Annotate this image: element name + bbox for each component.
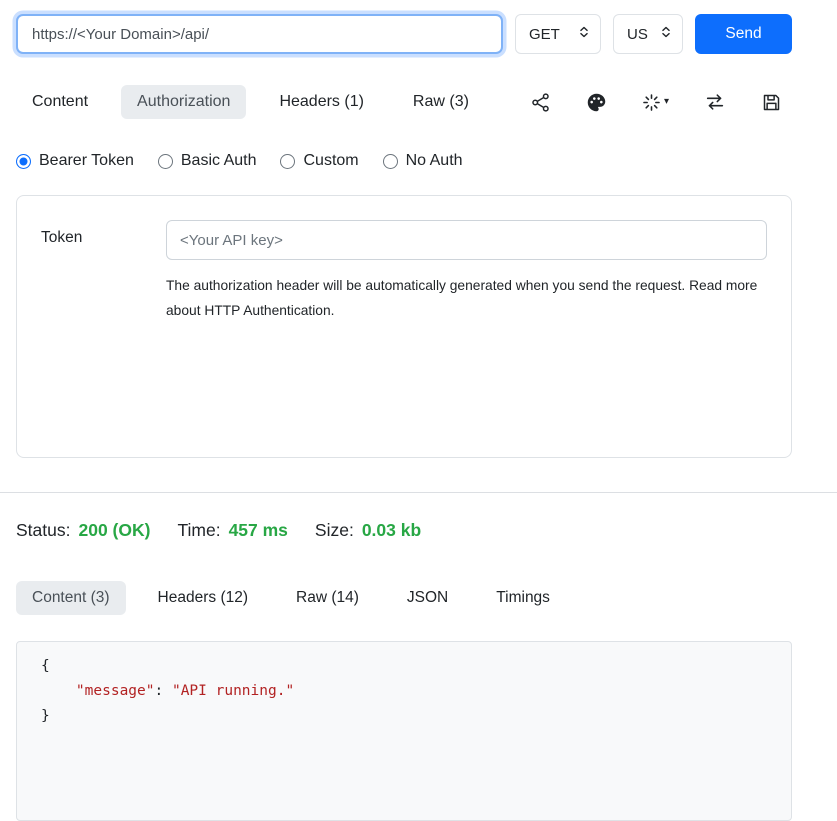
radio-checked-icon — [16, 154, 31, 169]
radio-label: Basic Auth — [181, 152, 257, 170]
token-row: Token The authorization header will be a… — [41, 220, 767, 323]
method-select[interactable]: GET — [515, 14, 601, 54]
tab-response-json[interactable]: JSON — [391, 581, 464, 615]
token-field-area: The authorization header will be automat… — [166, 220, 767, 323]
radio-basic-auth[interactable]: Basic Auth — [158, 152, 257, 170]
token-help-text: The authorization header will be automat… — [166, 273, 767, 323]
method-select-value: GET — [529, 26, 560, 43]
radio-no-auth[interactable]: No Auth — [383, 152, 463, 170]
response-body: { "message": "API running." } — [16, 641, 792, 821]
token-label: Token — [41, 220, 166, 323]
code-brace: } — [41, 708, 50, 724]
radio-unchecked-icon — [280, 154, 295, 169]
radio-unchecked-icon — [383, 154, 398, 169]
share-nodes-icon[interactable] — [528, 90, 553, 115]
time-label: Time: — [177, 520, 220, 541]
tab-raw[interactable]: Raw (3) — [397, 85, 485, 119]
url-input[interactable] — [16, 14, 503, 54]
token-input[interactable] — [166, 220, 767, 260]
request-toolbar: ▾ — [528, 89, 792, 115]
tab-response-headers[interactable]: Headers (12) — [142, 581, 264, 615]
auth-type-options: Bearer Token Basic Auth Custom No Auth — [16, 152, 792, 170]
radio-bearer-token[interactable]: Bearer Token — [16, 152, 134, 170]
up-down-chevrons-icon — [659, 25, 673, 43]
token-help-line-2: about HTTP Authentication. — [166, 298, 767, 323]
region-select-value: US — [627, 26, 648, 43]
radio-unchecked-icon — [158, 154, 173, 169]
radio-label: No Auth — [406, 152, 463, 170]
radio-custom[interactable]: Custom — [280, 152, 358, 170]
code-line: } — [41, 704, 767, 729]
code-colon: : — [155, 683, 172, 699]
caret-down-icon: ▾ — [664, 97, 669, 107]
request-bar: GET US Send — [16, 14, 792, 54]
tab-authorization[interactable]: Authorization — [121, 85, 246, 119]
send-button[interactable]: Send — [695, 14, 792, 54]
authorization-panel: Token The authorization header will be a… — [16, 195, 792, 458]
size-label: Size: — [315, 520, 354, 541]
code-brace: { — [41, 658, 50, 674]
radio-label: Bearer Token — [39, 152, 134, 170]
response-status-row: Status: 200 (OK) Time: 457 ms Size: 0.03… — [16, 520, 792, 541]
time-value: 457 ms — [229, 520, 288, 541]
code-key: "message" — [76, 683, 155, 699]
code-value: "API running." — [172, 683, 294, 699]
size-value: 0.03 kb — [362, 520, 421, 541]
radio-label: Custom — [303, 152, 358, 170]
palette-icon[interactable] — [584, 90, 609, 115]
tab-content[interactable]: Content — [16, 85, 104, 119]
code-indent — [41, 683, 76, 699]
code-line: { — [41, 654, 767, 679]
response-tabs: Content (3) Headers (12) Raw (14) JSON T… — [16, 581, 792, 615]
section-divider — [0, 492, 837, 493]
region-select[interactable]: US — [613, 14, 683, 54]
swap-arrows-icon[interactable] — [702, 89, 728, 115]
tab-response-content[interactable]: Content (3) — [16, 581, 126, 615]
tab-response-timings[interactable]: Timings — [480, 581, 566, 615]
code-line: "message": "API running." — [41, 679, 767, 704]
api-client-panel: GET US Send Content Authorization Header… — [16, 14, 792, 821]
tab-response-raw[interactable]: Raw (14) — [280, 581, 375, 615]
up-down-chevrons-icon — [577, 25, 591, 43]
status-value: 200 (OK) — [78, 520, 150, 541]
effects-dropdown-icon[interactable]: ▾ — [640, 91, 671, 114]
tab-headers[interactable]: Headers (1) — [263, 85, 379, 119]
status-label: Status: — [16, 520, 70, 541]
token-help-line-1: The authorization header will be automat… — [166, 273, 767, 298]
save-icon[interactable] — [759, 90, 784, 115]
request-tabs: Content Authorization Headers (1) Raw (3… — [16, 85, 485, 119]
request-tabs-row: Content Authorization Headers (1) Raw (3… — [16, 85, 792, 119]
